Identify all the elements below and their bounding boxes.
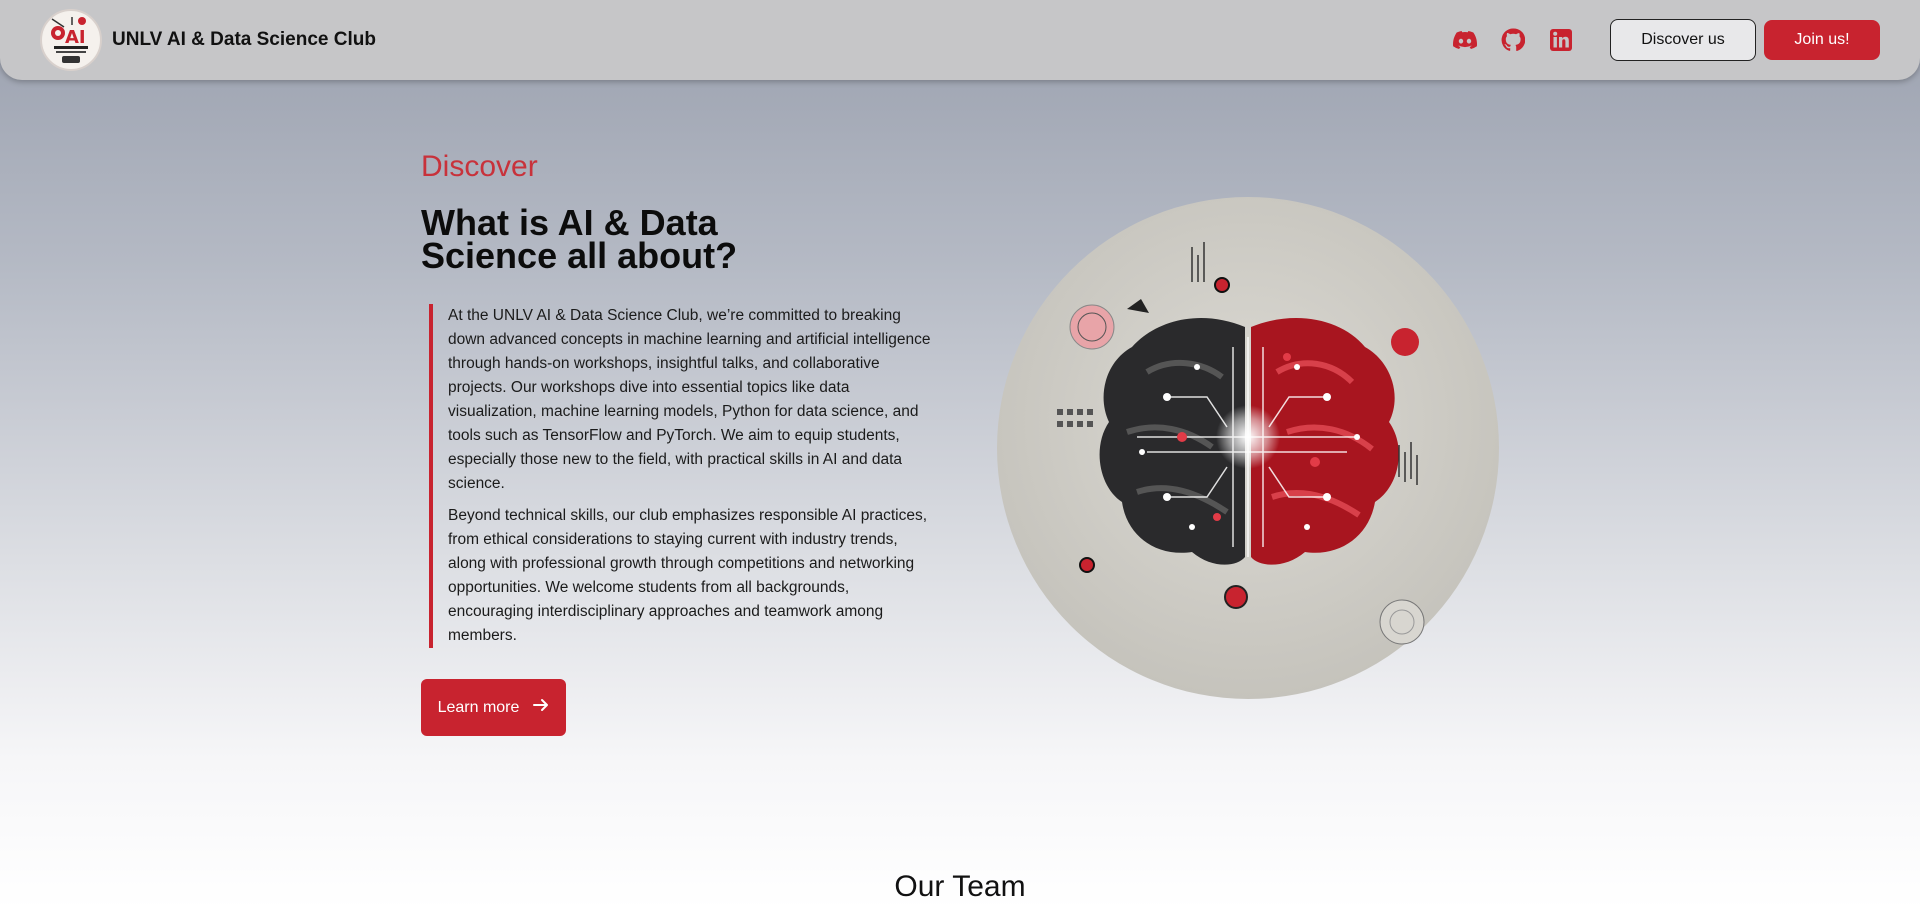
linkedin-icon[interactable] [1548,27,1574,53]
about-paragraph: At the UNLV AI & Data Science Club, we’r… [448,307,931,492]
page-title: What is AI & Data Science all about? [421,202,738,276]
github-icon[interactable] [1500,27,1526,53]
section-eyebrow: Discover [421,150,538,183]
team-section-title: Our Team [894,870,1026,903]
learn-more-button[interactable]: Learn more [421,679,566,736]
navbar: AI UNLV AI & Data Science Club Discover … [0,0,1920,80]
about-paragraph: Beyond technical skills, our club emphas… [448,507,928,644]
discord-icon[interactable] [1452,27,1478,53]
discover-us-button[interactable]: Discover us [1610,19,1756,61]
ai-brain-illustration [997,197,1499,699]
svg-text:AI: AI [65,27,86,48]
join-us-button[interactable]: Join us! [1764,20,1880,60]
brand[interactable]: AI UNLV AI & Data Science Club [40,9,376,71]
learn-more-label: Learn more [437,698,520,716]
nav-actions: Discover us Join us! [1452,19,1880,61]
arrow-right-icon [533,698,549,717]
about-text-block: At the UNLV AI & Data Science Club, we’r… [429,304,935,648]
brand-name[interactable]: UNLV AI & Data Science Club [112,29,376,51]
club-logo-icon[interactable]: AI [40,9,102,71]
